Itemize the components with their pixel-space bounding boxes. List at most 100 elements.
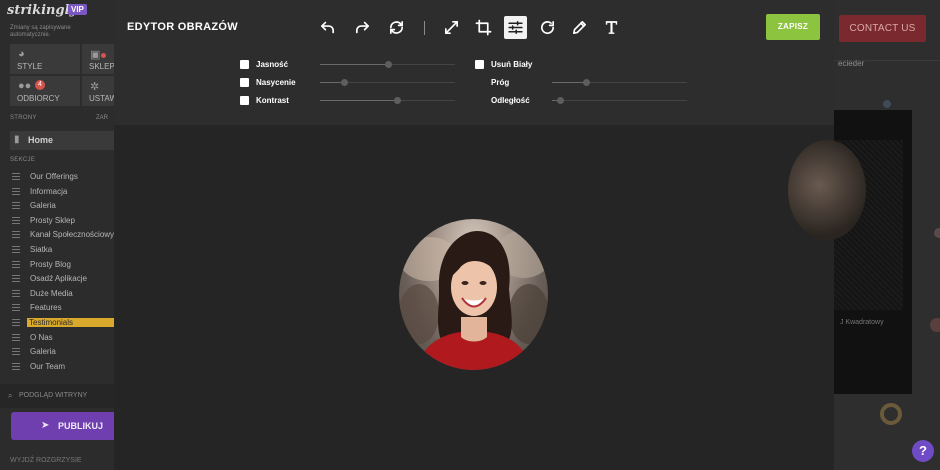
drag-handle-icon[interactable] xyxy=(12,318,20,320)
section-item-label: Duże Media xyxy=(30,288,73,298)
brightness-checkbox[interactable] xyxy=(240,60,249,69)
redo-button[interactable] xyxy=(351,16,374,39)
draw-button[interactable] xyxy=(568,16,591,39)
adjust-button[interactable] xyxy=(504,16,527,39)
section-item[interactable]: Our Offerings xyxy=(10,170,114,185)
rotate-button[interactable] xyxy=(536,16,559,39)
decorative-dot xyxy=(883,100,891,108)
slider-fill xyxy=(320,64,388,65)
slider-fill xyxy=(320,100,397,101)
text-button[interactable] xyxy=(600,16,623,39)
strikingly-logo[interactable]: strikingly xyxy=(7,3,77,18)
sections-heading: SEKCJE xyxy=(10,157,36,163)
publish-label: PUBLIKUJ xyxy=(58,421,104,431)
slider-knob[interactable] xyxy=(557,97,565,104)
slider-knob[interactable] xyxy=(393,97,401,104)
notification-dot xyxy=(101,53,106,58)
filter-remove-white: Usuń Biały xyxy=(475,59,595,71)
section-item-label: Informacja xyxy=(30,186,68,196)
audience-tile-label: ODBIORCY xyxy=(17,94,60,103)
drag-handle-icon[interactable] xyxy=(12,348,20,350)
section-item[interactable]: Features xyxy=(10,301,114,316)
section-item[interactable]: Siatka xyxy=(10,243,114,258)
section-item-label: Osadź Aplikacje xyxy=(30,274,87,284)
threshold-slider[interactable] xyxy=(552,79,687,86)
drag-handle-icon[interactable] xyxy=(12,362,20,364)
expand-icon xyxy=(444,20,459,35)
style-tile[interactable]: ◕ STYLE xyxy=(10,44,80,74)
sidebar-tiles: ◕ STYLE ▣ SKLEP ●● 4 ODBIORCY ✲ USTAWI xyxy=(10,44,152,106)
filter-contrast: Kontrast xyxy=(240,95,460,107)
saturation-slider[interactable] xyxy=(320,79,455,86)
section-item[interactable]: Duże Media xyxy=(10,287,114,302)
undo-button[interactable] xyxy=(316,16,339,39)
drag-handle-icon[interactable] xyxy=(12,216,20,218)
section-item-label: Features xyxy=(30,303,62,313)
drag-handle-icon[interactable] xyxy=(12,333,20,335)
section-item[interactable]: O Nas xyxy=(10,331,114,346)
edited-photo[interactable] xyxy=(399,219,548,370)
contrast-checkbox[interactable] xyxy=(240,96,249,105)
section-item-label: Galeria xyxy=(30,201,56,211)
drag-handle-icon[interactable] xyxy=(12,245,20,247)
publish-button[interactable]: ➤ PUBLIKUJ xyxy=(11,412,114,440)
drag-handle-icon[interactable] xyxy=(12,173,20,174)
section-item[interactable]: Osadź Aplikacje xyxy=(10,272,114,287)
help-button[interactable]: ? xyxy=(912,440,934,462)
slider-knob[interactable] xyxy=(384,61,392,68)
reset-icon xyxy=(389,20,404,35)
text-icon xyxy=(605,21,618,34)
sidebar-footer-links[interactable]: WYJDŹ ROZGRZYSIE xyxy=(10,457,82,464)
section-item[interactable]: Prosty Blog xyxy=(10,258,114,273)
saturation-label: Nasycenie xyxy=(256,78,296,87)
slider-knob[interactable] xyxy=(582,79,590,86)
drag-handle-icon[interactable] xyxy=(12,187,20,189)
section-item[interactable]: Informacja xyxy=(10,185,114,200)
contrast-label: Kontrast xyxy=(256,96,289,105)
section-list: Our Offerings Informacja Galeria Prosty … xyxy=(10,170,114,374)
save-button[interactable]: ZAPISZ xyxy=(766,14,820,40)
drag-handle-icon[interactable] xyxy=(12,304,20,306)
section-item-label: Testimonials xyxy=(27,317,114,327)
section-item-label: Our Team xyxy=(30,361,65,371)
users-icon: ●● xyxy=(18,80,32,92)
contrast-slider[interactable] xyxy=(320,97,455,104)
drag-handle-icon[interactable] xyxy=(12,275,20,277)
drag-handle-icon[interactable] xyxy=(12,260,20,262)
drag-handle-icon[interactable] xyxy=(12,289,20,291)
editor-title: EDYTOR OBRAZÓW xyxy=(127,21,238,33)
section-item[interactable]: Prosty Sklep xyxy=(10,214,114,229)
section-item-active[interactable]: Testimonials xyxy=(10,316,114,331)
preview-site-button[interactable]: ⌕ PODGLĄD WITRYNY xyxy=(0,384,114,408)
contact-us-button[interactable]: CONTACT US xyxy=(839,15,926,42)
threshold-label: Próg xyxy=(491,78,510,87)
crop-button[interactable] xyxy=(472,16,495,39)
page-item-label: Home xyxy=(28,135,54,145)
page-item-home[interactable]: ▮ Home xyxy=(10,131,114,150)
resize-button[interactable] xyxy=(440,16,463,39)
brightness-slider[interactable] xyxy=(320,61,455,68)
search-icon: ⌕ xyxy=(8,391,13,400)
vip-badge: VIP xyxy=(68,4,87,15)
reset-button[interactable] xyxy=(385,16,408,39)
section-item[interactable]: Our Team xyxy=(10,360,114,375)
pencil-icon xyxy=(572,20,587,35)
drag-handle-icon[interactable] xyxy=(12,202,20,204)
remove-white-checkbox[interactable] xyxy=(475,60,484,69)
audience-tile[interactable]: ●● 4 ODBIORCY xyxy=(10,76,80,106)
distance-label: Odległość xyxy=(491,96,530,105)
manage-pages-link[interactable]: ZAR xyxy=(96,115,108,121)
rocket-icon: ➤ xyxy=(41,420,50,431)
section-item[interactable]: Galeria xyxy=(10,199,114,214)
section-item-label: Kanał Społecznościowy xyxy=(30,230,115,240)
slider-knob[interactable] xyxy=(341,79,349,86)
site-photo-peek xyxy=(788,140,866,240)
drag-handle-icon[interactable] xyxy=(12,231,20,233)
saturation-checkbox[interactable] xyxy=(240,78,249,87)
app-root: strikingly VIP Zmiany są zapisywane auto… xyxy=(0,0,940,470)
rotate-icon xyxy=(541,20,555,35)
section-item[interactable]: Kanał Społecznościowy xyxy=(10,228,114,243)
distance-slider[interactable] xyxy=(552,97,687,104)
section-item[interactable]: Galeria xyxy=(10,345,114,360)
section-item-label: Galeria xyxy=(30,347,56,357)
